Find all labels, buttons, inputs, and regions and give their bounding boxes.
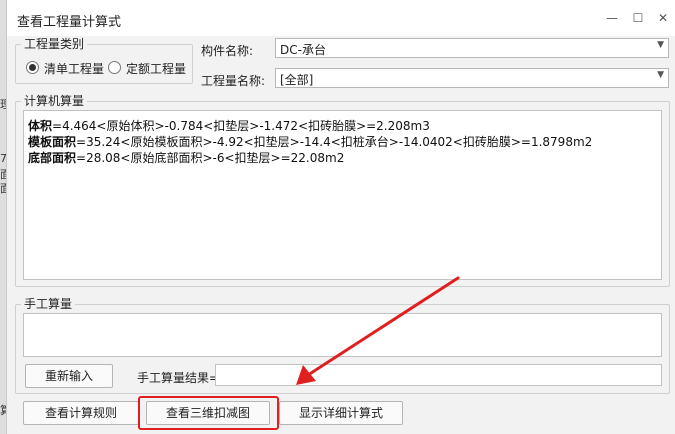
annotation-arrow	[296, 276, 460, 385]
